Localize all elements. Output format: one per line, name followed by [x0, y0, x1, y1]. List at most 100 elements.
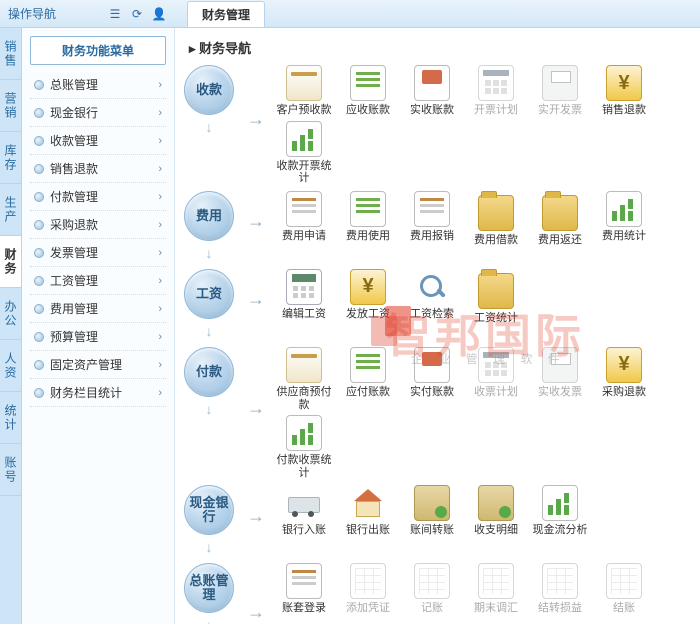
nav-item[interactable]: 实开发票	[531, 65, 589, 117]
bullet-icon	[34, 220, 44, 230]
nav-item-label: 收票计划	[474, 386, 518, 399]
refresh-icon[interactable]: ⟳	[129, 6, 145, 22]
chevron-right-icon: ›	[158, 303, 162, 315]
ic-disc-icon	[350, 619, 386, 624]
ic-card-icon	[286, 65, 322, 101]
nav-item[interactable]: 实付账款	[403, 347, 461, 411]
menu-item-2[interactable]: 收款管理›	[30, 127, 166, 155]
nav-item[interactable]: 客户预收款	[275, 65, 333, 117]
menu-item-7[interactable]: 工资管理›	[30, 267, 166, 295]
user-icon[interactable]: 👤	[151, 6, 167, 22]
right-arrow-icon: →	[245, 506, 267, 527]
nav-item[interactable]: 银行入账	[275, 485, 333, 537]
section-4: 现金银行↓→银行入账银行出账账间转账收支明细现金流分析	[181, 485, 690, 557]
menu-item-9[interactable]: 预算管理›	[30, 323, 166, 351]
ic-home-icon	[350, 485, 386, 521]
nav-item[interactable]: 记账	[403, 563, 461, 615]
list-icon[interactable]: ☰	[107, 6, 123, 22]
nav-item[interactable]: 账套登录	[275, 563, 333, 615]
chevron-right-icon: ›	[158, 359, 162, 371]
nav-item[interactable]: 供应商预付款	[275, 347, 333, 411]
nav-item-label: 账间转账	[410, 524, 454, 537]
active-tab[interactable]: 财务管理	[187, 1, 265, 27]
menu-item-8[interactable]: 费用管理›	[30, 295, 166, 323]
bullet-icon	[34, 332, 44, 342]
vtab-4[interactable]: 财务	[0, 236, 21, 288]
nav-item[interactable]: 银行日记账	[339, 619, 397, 624]
nav-item[interactable]: 实收账款	[403, 65, 461, 117]
nav-item-label: 实开发票	[538, 104, 582, 117]
nav-item[interactable]: 账间转账	[403, 485, 461, 537]
nav-item[interactable]: 现金日记账	[275, 619, 333, 624]
menu-item-0[interactable]: 总账管理›	[30, 71, 166, 99]
nav-item-label: 采购退款	[602, 386, 646, 399]
nav-item[interactable]: 费用统计	[595, 191, 653, 247]
nav-item[interactable]: 应付账款	[339, 347, 397, 411]
nav-item[interactable]: 添加凭证	[339, 563, 397, 615]
vtab-7[interactable]: 统计	[0, 392, 21, 444]
vtab-6[interactable]: 人资	[0, 340, 21, 392]
right-arrow-icon: →	[245, 289, 267, 310]
nav-item[interactable]: 工资检索	[403, 269, 461, 325]
nav-item[interactable]: 银行出账	[339, 485, 397, 537]
nav-item[interactable]: 付款收票统计	[275, 415, 333, 479]
nav-item[interactable]: ¥销售退款	[595, 65, 653, 117]
section-badge: 费用	[184, 191, 234, 241]
nav-item[interactable]: 收款开票统计	[275, 121, 333, 185]
nav-item[interactable]: 实收发票	[531, 347, 589, 411]
vtab-3[interactable]: 生产	[0, 184, 21, 236]
vtab-0[interactable]: 销售	[0, 28, 21, 80]
nav-item-label: 结账	[613, 602, 635, 615]
right-arrow-icon: →	[245, 602, 267, 623]
nav-item[interactable]: ¥发放工资	[339, 269, 397, 325]
section-badge: 收款	[184, 65, 234, 115]
menu-item-5[interactable]: 采购退款›	[30, 211, 166, 239]
menu-item-3[interactable]: 销售退款›	[30, 155, 166, 183]
menu-item-6[interactable]: 发票管理›	[30, 239, 166, 267]
nav-item[interactable]: 结转损益	[531, 563, 589, 615]
nav-item-label: 应收账款	[346, 104, 390, 117]
ic-pos-icon	[414, 65, 450, 101]
nav-item-label: 银行入账	[282, 524, 326, 537]
bullet-icon	[34, 248, 44, 258]
menu-item-11[interactable]: 财务栏目统计›	[30, 379, 166, 407]
menu-item-1[interactable]: 现金银行›	[30, 99, 166, 127]
ic-grid-icon	[350, 563, 386, 599]
nav-item[interactable]: 费用报销	[403, 191, 461, 247]
sidebar-header: 财务功能菜单	[30, 36, 166, 65]
nav-item-label: 工资统计	[474, 312, 518, 325]
ic-disc-icon	[286, 619, 322, 624]
nav-item-label: 账套登录	[282, 602, 326, 615]
bullet-icon	[34, 192, 44, 202]
ic-grid-icon	[478, 563, 514, 599]
nav-item[interactable]: 费用申请	[275, 191, 333, 247]
nav-item[interactable]: 期末调汇	[467, 563, 525, 615]
section-badge: 付款	[184, 347, 234, 397]
nav-item[interactable]: 结账	[595, 563, 653, 615]
nav-item[interactable]: 开票计划	[467, 65, 525, 117]
section-3: 付款↓→供应商预付款应付账款实付账款收票计划实收发票¥采购退款付款收票统计	[181, 347, 690, 480]
ic-money-icon: ¥	[606, 65, 642, 101]
nav-item[interactable]: 现金流分析	[531, 485, 589, 537]
nav-item[interactable]: 费用返还	[531, 191, 589, 247]
nav-item-label: 费用统计	[602, 230, 646, 243]
bullet-icon	[34, 360, 44, 370]
nav-item[interactable]: ¥采购退款	[595, 347, 653, 411]
vtab-8[interactable]: 账号	[0, 444, 21, 496]
chevron-right-icon: ›	[158, 79, 162, 91]
nav-item[interactable]: 费用使用	[339, 191, 397, 247]
bullet-icon	[34, 388, 44, 398]
nav-item[interactable]: 费用借款	[467, 191, 525, 247]
vtab-1[interactable]: 营销	[0, 80, 21, 132]
chevron-right-icon: ›	[158, 191, 162, 203]
vtab-5[interactable]: 办公	[0, 288, 21, 340]
nav-item[interactable]: 编辑工资	[275, 269, 333, 325]
menu-item-4[interactable]: 付款管理›	[30, 183, 166, 211]
nav-item[interactable]: 收票计划	[467, 347, 525, 411]
nav-item[interactable]: 应收账款	[339, 65, 397, 117]
nav-item[interactable]: 总账	[403, 619, 461, 624]
vtab-2[interactable]: 库存	[0, 132, 21, 184]
menu-item-10[interactable]: 固定资产管理›	[30, 351, 166, 379]
nav-item[interactable]: 工资统计	[467, 269, 525, 325]
nav-item[interactable]: 收支明细	[467, 485, 525, 537]
